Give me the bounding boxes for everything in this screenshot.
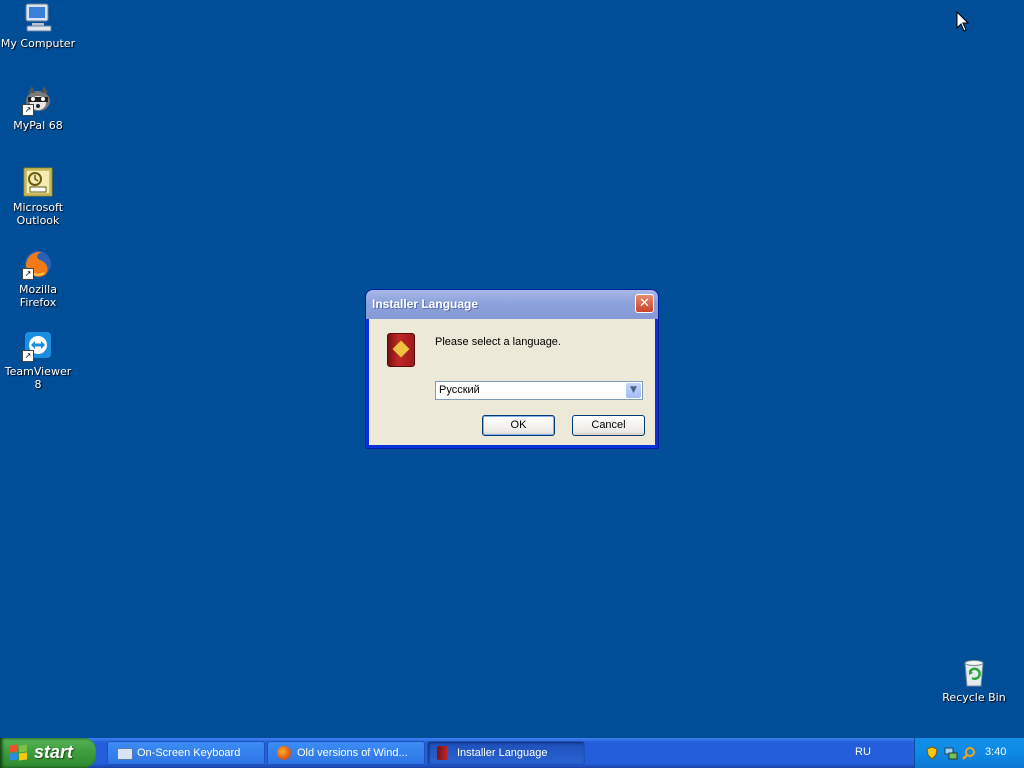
computer-icon [22, 2, 54, 34]
security-shield-icon[interactable] [925, 746, 939, 760]
installer-icon [387, 333, 415, 367]
shortcut-arrow-icon: ↗ [22, 268, 34, 280]
network-icon[interactable] [944, 746, 958, 760]
dialog-title: Installer Language [372, 297, 479, 311]
taskbar-clock[interactable]: 3:40 [985, 746, 1006, 758]
firefox-icon: ↗ [22, 248, 54, 280]
system-tray: 3:40 [914, 738, 1024, 768]
chevron-down-icon[interactable]: ▼ [626, 383, 641, 398]
taskbar-button-label: Installer Language [457, 747, 548, 759]
teamviewer-icon: ↗ [22, 330, 54, 362]
keyboard-icon [117, 748, 133, 760]
raccoon-icon: ↗ [22, 84, 54, 116]
desktop-icon-label: Recycle Bin [942, 691, 1006, 704]
desktop-icon-teamviewer[interactable]: ↗ TeamViewer 8 [0, 330, 76, 391]
taskbar-button-installer-language[interactable]: Installer Language [427, 741, 585, 765]
start-button[interactable]: start [0, 738, 96, 768]
taskbar-button-label: Old versions of Wind... [297, 747, 408, 759]
recycle-bin-icon [958, 656, 990, 688]
installer-icon [437, 746, 448, 760]
dialog-body: Please select a language. Русский ▼ OK C… [369, 319, 655, 445]
desktop-icon-label: Microsoft Outlook [12, 201, 64, 227]
desktop-icon-my-computer[interactable]: My Computer [0, 2, 76, 50]
desktop-icon-label: MyPal 68 [13, 119, 63, 132]
dialog-prompt: Please select a language. [435, 336, 561, 348]
ok-button[interactable]: OK [482, 415, 555, 436]
close-icon: ✕ [639, 296, 650, 311]
language-select-value: Русский [439, 384, 480, 396]
desktop-icon-label: My Computer [0, 37, 76, 50]
language-indicator[interactable]: RU [855, 746, 871, 758]
shortcut-arrow-icon: ↗ [22, 104, 34, 116]
windows-logo-icon [10, 744, 28, 761]
desktop-icon-firefox[interactable]: ↗ Mozilla Firefox [0, 248, 76, 309]
language-select[interactable]: Русский ▼ [435, 381, 643, 400]
search-icon[interactable] [962, 746, 976, 760]
desktop-icon-label: TeamViewer 8 [4, 365, 72, 391]
mouse-cursor-icon [956, 11, 970, 32]
outlook-icon [22, 166, 54, 198]
taskbar-button-label: On-Screen Keyboard [137, 747, 241, 759]
desktop-icon-mypal[interactable]: ↗ MyPal 68 [0, 84, 76, 132]
desktop-icon-label: Mozilla Firefox [19, 283, 57, 309]
cancel-button[interactable]: Cancel [572, 415, 645, 436]
taskbar: start On-Screen Keyboard Old versions of… [0, 738, 1024, 768]
dialog-titlebar[interactable]: Installer Language ✕ [366, 290, 658, 319]
desktop-icon-recycle-bin[interactable]: Recycle Bin [936, 656, 1012, 704]
firefox-icon [277, 746, 291, 760]
start-label: start [34, 742, 74, 762]
close-button[interactable]: ✕ [635, 294, 654, 313]
installer-language-dialog: Installer Language ✕ Please select a lan… [366, 290, 658, 448]
taskbar-button-firefox[interactable]: Old versions of Wind... [267, 741, 425, 765]
desktop-icon-outlook[interactable]: Microsoft Outlook [0, 166, 76, 227]
taskbar-button-on-screen-keyboard[interactable]: On-Screen Keyboard [107, 741, 265, 765]
shortcut-arrow-icon: ↗ [22, 350, 34, 362]
